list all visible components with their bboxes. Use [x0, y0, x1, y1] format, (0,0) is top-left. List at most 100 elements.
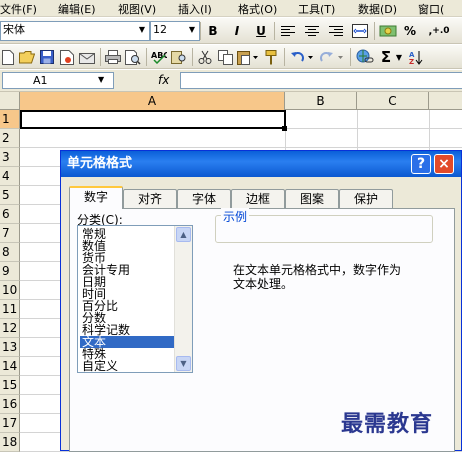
save-icon[interactable] — [38, 47, 56, 67]
row-header[interactable]: 17 — [0, 414, 20, 433]
row-header[interactable]: 5 — [0, 186, 20, 205]
help-button[interactable]: ? — [411, 154, 431, 174]
scroll-down-icon[interactable]: ▼ — [176, 356, 191, 371]
spelling-icon[interactable]: ABC — [150, 47, 168, 67]
sort-ascending-icon[interactable]: AZ — [408, 47, 434, 67]
active-cell-a1[interactable] — [20, 110, 286, 129]
row-header[interactable]: 9 — [0, 262, 20, 281]
tab-protection[interactable]: 保护 — [339, 189, 393, 208]
merge-center-icon[interactable] — [350, 21, 370, 41]
chevron-down-icon[interactable]: ▼ — [394, 47, 404, 67]
row-header[interactable]: 13 — [0, 338, 20, 357]
email-icon[interactable] — [78, 47, 96, 67]
category-list[interactable]: 常规 数值 货币 会计专用 日期 时间 百分比 分数 科学记数 文本 特殊 自定义 ▲ ▼ — [77, 225, 193, 373]
print-preview-icon[interactable] — [124, 47, 142, 67]
toolbar-separator — [374, 22, 375, 40]
row-header[interactable]: 3 — [0, 148, 20, 167]
row-header[interactable]: 12 — [0, 319, 20, 338]
chevron-down-icon: ▼ — [188, 25, 196, 34]
toolbar-separator — [146, 48, 147, 66]
menu-edit[interactable]: 编辑(E) — [58, 1, 96, 17]
svg-text:Z: Z — [409, 58, 414, 65]
formatting-toolbar: 宋体 ▼ 12 ▼ B I U % , +.0 — [0, 18, 462, 44]
menu-tools[interactable]: 工具(T) — [298, 1, 335, 17]
fill-handle[interactable] — [282, 126, 287, 131]
formula-bar: A1 ▼ fx — [0, 70, 462, 92]
redo-icon[interactable] — [318, 47, 346, 67]
grid-line — [20, 147, 462, 148]
tab-alignment[interactable]: 对齐 — [123, 189, 177, 208]
paste-icon[interactable] — [236, 47, 260, 67]
copy-icon[interactable] — [216, 47, 234, 67]
row-header[interactable]: 18 — [0, 433, 20, 452]
research-icon[interactable] — [170, 47, 188, 67]
font-size-select[interactable]: 12 ▼ — [150, 21, 200, 41]
row-header[interactable]: 16 — [0, 395, 20, 414]
cut-icon[interactable] — [196, 47, 214, 67]
row-header[interactable]: 7 — [0, 224, 20, 243]
currency-icon[interactable] — [378, 21, 398, 41]
column-header-a[interactable]: A — [20, 92, 285, 110]
column-header-row: A B C — [0, 92, 462, 110]
permission-icon[interactable] — [58, 47, 76, 67]
bold-button[interactable]: B — [204, 21, 222, 41]
toolbar-separator — [274, 22, 275, 40]
category-item[interactable]: 自定义 — [80, 360, 176, 372]
scroll-up-icon[interactable]: ▲ — [176, 227, 191, 242]
underline-button[interactable]: U — [252, 21, 270, 41]
description-line: 文本处理。 — [233, 277, 294, 291]
dialog-titlebar[interactable]: 单元格格式 ? × — [61, 151, 461, 177]
chevron-down-icon[interactable]: ▼ — [98, 75, 104, 84]
chevron-down-icon: ▼ — [138, 25, 146, 34]
align-left-icon[interactable] — [278, 21, 298, 41]
tab-font[interactable]: 字体 — [177, 189, 231, 208]
menu-window[interactable]: 窗口( — [418, 1, 444, 17]
formula-input[interactable] — [180, 72, 462, 89]
tab-border[interactable]: 边框 — [231, 189, 285, 208]
toolbar-separator — [100, 48, 101, 66]
font-size-value: 12 — [153, 23, 167, 36]
insert-function-icon[interactable]: fx — [158, 73, 169, 87]
tab-patterns[interactable]: 图案 — [285, 189, 339, 208]
print-icon[interactable] — [104, 47, 122, 67]
row-header[interactable]: 14 — [0, 357, 20, 376]
menu-data[interactable]: 数据(D) — [358, 1, 397, 17]
open-folder-icon[interactable] — [18, 47, 36, 67]
category-scrollbar[interactable]: ▲ ▼ — [174, 226, 192, 372]
undo-icon[interactable] — [288, 47, 316, 67]
row-header[interactable]: 15 — [0, 376, 20, 395]
format-cells-dialog: 单元格格式 ? × 数字 对齐 字体 边框 图案 保护 分类(C): 常规 数值货… — [60, 150, 462, 452]
row-header[interactable]: 6 — [0, 205, 20, 224]
increase-decimal-icon[interactable]: , +.0 — [424, 21, 454, 41]
menu-view[interactable]: 视图(V) — [118, 1, 156, 17]
sample-label: 示例 — [221, 208, 250, 225]
row-header[interactable]: 8 — [0, 243, 20, 262]
description-line: 在文本单元格格式中，数字作为 — [233, 263, 402, 277]
percent-button[interactable]: % — [400, 21, 420, 41]
align-center-icon[interactable] — [302, 21, 322, 41]
row-header[interactable]: 10 — [0, 281, 20, 300]
format-painter-icon[interactable] — [262, 47, 280, 67]
row-header[interactable]: 1 — [0, 110, 20, 129]
menu-bar: 文件(F) 编辑(E) 视图(V) 插入(I) 格式(O) 工具(T) 数据(D… — [0, 0, 462, 17]
close-button[interactable]: × — [434, 154, 454, 174]
font-name-value: 宋体 — [3, 23, 25, 36]
font-name-select[interactable]: 宋体 ▼ — [0, 21, 150, 41]
menu-insert[interactable]: 插入(I) — [178, 1, 212, 17]
row-header[interactable]: 2 — [0, 129, 20, 148]
toolbar-separator — [350, 48, 351, 66]
tab-number[interactable]: 数字 — [69, 186, 123, 209]
align-right-icon[interactable] — [326, 21, 346, 41]
row-header[interactable]: 11 — [0, 300, 20, 319]
column-header-c[interactable]: C — [357, 92, 429, 110]
row-header[interactable]: 4 — [0, 167, 20, 186]
toolbar-separator — [200, 22, 201, 40]
new-document-icon[interactable] — [0, 47, 16, 67]
column-header-b[interactable]: B — [285, 92, 357, 110]
select-all-corner[interactable] — [0, 92, 20, 110]
menu-format[interactable]: 格式(O) — [238, 1, 277, 17]
hyperlink-icon[interactable] — [354, 47, 376, 67]
autosum-button[interactable]: Σ — [378, 47, 394, 67]
italic-button[interactable]: I — [228, 21, 246, 41]
menu-file[interactable]: 文件(F) — [0, 1, 37, 17]
